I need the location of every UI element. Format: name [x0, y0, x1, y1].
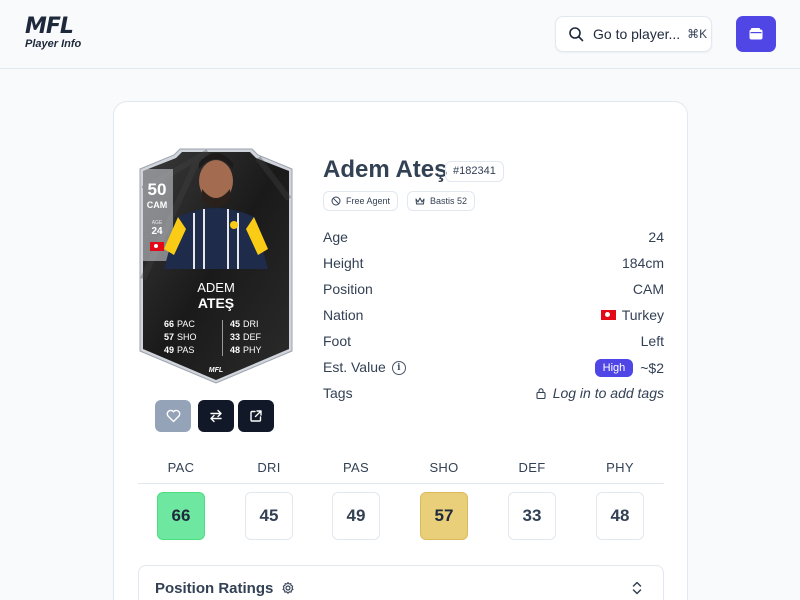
mfl-logo[interactable]: MFL Player Info	[25, 16, 85, 52]
crown-icon	[415, 197, 425, 205]
compare-button[interactable]	[198, 400, 234, 432]
card-stat: 66 PAC	[164, 319, 195, 329]
logo-subtitle: Player Info	[25, 38, 82, 50]
stat-header: PAC	[167, 460, 195, 475]
nation-label: Nation	[323, 307, 364, 323]
info-row-height: Height 184cm	[323, 255, 664, 275]
stat-box-def: 33	[508, 492, 556, 540]
age-label: Age	[323, 229, 348, 245]
player-search-button[interactable]: Go to player... ⌘K	[555, 16, 712, 52]
tags-label: Tags	[323, 385, 353, 401]
nation-value: Turkey	[600, 307, 664, 323]
stat-box-dri: 45	[245, 492, 293, 540]
player-detail-card: 50 CAM AGE 24 ADEM ATEŞ 66 PAC 57 SHO 49 PA…	[113, 101, 688, 600]
position-value: CAM	[632, 281, 664, 297]
height-label: Height	[323, 255, 364, 271]
favorite-button[interactable]	[155, 400, 191, 432]
login-tags-link[interactable]: Log in to add tags	[535, 385, 664, 401]
swap-arrows-icon	[210, 409, 222, 423]
stat-header: DEF	[518, 460, 546, 475]
info-row-nation: Nation Turkey	[323, 307, 664, 327]
player-name: Adem Ateş	[323, 156, 448, 183]
height-value: 184cm	[621, 255, 664, 271]
card-last-name: ATEŞ	[197, 295, 235, 311]
card-rating: 50	[147, 180, 167, 199]
external-link-icon	[250, 410, 262, 422]
search-icon	[569, 27, 584, 42]
foot-label: Foot	[323, 333, 352, 349]
external-link-button[interactable]	[238, 400, 274, 432]
value-label: Est. Value	[323, 359, 386, 375]
info-row-position: Position CAM	[323, 281, 664, 301]
info-row-foot: Foot Left	[323, 333, 664, 353]
search-shortcut: ⌘K	[687, 27, 708, 41]
card-stat: 49 PAS	[164, 345, 195, 355]
position-label: Position	[323, 281, 373, 297]
value-label-wrap: Est. Value i	[323, 359, 406, 376]
value-value-wrap: High ~$2	[594, 359, 664, 377]
value-amount: ~$2	[640, 360, 664, 376]
lock-icon	[536, 388, 546, 399]
logo-mark: MFL	[25, 14, 74, 39]
chevron-up-down-icon[interactable]	[630, 580, 644, 596]
card-stat: 45 DRI	[230, 319, 259, 329]
stat-header: PHY	[606, 460, 634, 475]
foot-value: Left	[640, 333, 664, 349]
wallet-button[interactable]	[736, 16, 776, 52]
stat-box-sho: 57	[420, 492, 468, 540]
no-contract-icon	[331, 196, 341, 206]
stat-box-pas: 49	[332, 492, 380, 540]
card-stat: 48 PHY	[230, 345, 262, 355]
age-value: 24	[648, 229, 664, 245]
stat-box-phy: 48	[596, 492, 644, 540]
player-card-graphic: 50 CAM AGE 24 ADEM ATEŞ 66 PAC 57 SHO 49 PA…	[138, 129, 294, 385]
owner-badge[interactable]: Bastis 52	[407, 191, 476, 211]
card-stats: 66 PAC 57 SHO 49 PAS 45 DRI 33 DEF 48 PHY	[164, 318, 268, 358]
heart-icon	[166, 409, 180, 423]
card-stat: 33 DEF	[230, 332, 262, 342]
card-stats-divider	[222, 320, 223, 356]
player-id-badge[interactable]: #182341	[445, 161, 504, 182]
card-stat: 57 SHO	[164, 332, 197, 342]
info-icon[interactable]: i	[391, 361, 406, 376]
stat-header: DRI	[257, 460, 281, 475]
card-age: 24	[151, 226, 163, 237]
info-row-age: Age 24	[323, 229, 664, 249]
free-agent-label: Free Agent	[346, 196, 391, 206]
turkey-flag-icon	[150, 242, 164, 251]
info-row-tags: Tags Log in to add tags	[323, 385, 664, 405]
search-label: Go to player...	[593, 26, 681, 42]
position-ratings-panel[interactable]: Position Ratings	[138, 565, 664, 600]
gear-icon[interactable]	[281, 581, 295, 595]
card-footer-logo: MFL	[208, 367, 224, 374]
card-position: CAM	[146, 200, 168, 210]
position-ratings-title: Position Ratings	[155, 580, 274, 597]
card-stats-left: 66 PAC 57 SHO 49 PAS	[164, 318, 214, 357]
stat-header: SHO	[429, 460, 459, 475]
login-tags-text: Log in to add tags	[552, 385, 664, 401]
card-first-name: ADEM	[197, 280, 235, 295]
free-agent-badge[interactable]: Free Agent	[323, 191, 399, 211]
card-stats-right: 45 DRI 33 DEF 48 PHY	[230, 318, 280, 357]
turkey-flag-icon	[600, 310, 616, 320]
top-header: MFL Player Info Go to player... ⌘K	[0, 0, 800, 69]
wallet-icon	[749, 28, 763, 40]
info-row-value: Est. Value i High ~$2	[323, 359, 664, 379]
value-tier-pill: High	[594, 359, 634, 377]
stat-header: PAS	[343, 460, 369, 475]
stat-box-pac: 66	[157, 492, 205, 540]
nation-text: Turkey	[621, 307, 664, 323]
owner-label: Bastis 52	[430, 196, 468, 206]
stat-divider	[138, 483, 664, 484]
